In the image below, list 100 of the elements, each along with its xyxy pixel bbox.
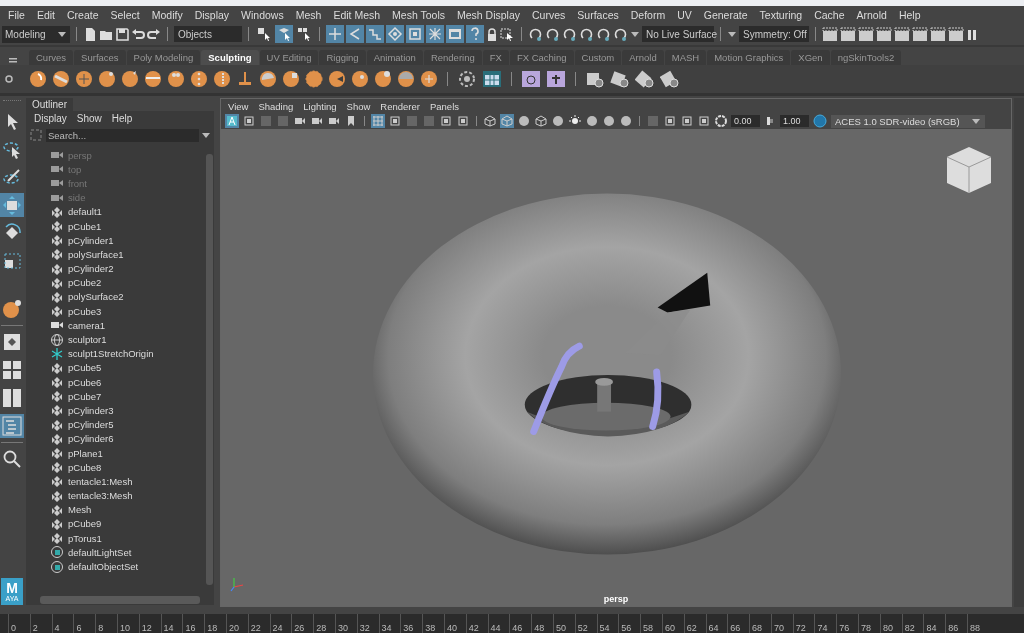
- menu-item[interactable]: Curves: [526, 8, 572, 21]
- shelf-tab[interactable]: FX: [482, 50, 509, 65]
- menu-item[interactable]: Surfaces: [571, 8, 625, 21]
- gear-icon[interactable]: [4, 74, 14, 84]
- panel-tab[interactable]: Outliner: [26, 98, 73, 111]
- four-pane-icon[interactable]: [0, 358, 24, 382]
- outliner-item[interactable]: tentacle3:Mesh: [50, 488, 205, 503]
- gamma-field[interactable]: 1.00: [780, 115, 809, 127]
- menu-set-dropdown[interactable]: Modeling: [2, 25, 70, 43]
- shelf-tab[interactable]: Arnold: [622, 50, 664, 65]
- outliner-item[interactable]: defaultObjectSet: [50, 559, 205, 574]
- shelf-tab[interactable]: UV Editing: [259, 50, 319, 65]
- selection-mode-field[interactable]: Objects: [174, 26, 242, 42]
- hierarchy-icon[interactable]: [255, 25, 273, 43]
- sculpt-brush-icon[interactable]: [52, 70, 70, 88]
- redo-icon[interactable]: [147, 26, 161, 42]
- sculpt-brush-icon[interactable]: [144, 70, 162, 88]
- sculpt-brush-icon[interactable]: [282, 70, 300, 88]
- menu-item[interactable]: Edit: [30, 8, 61, 21]
- menu-item[interactable]: Edit Mesh: [327, 8, 387, 21]
- aperture-icon[interactable]: [714, 114, 728, 128]
- menu-item[interactable]: Help: [892, 8, 927, 21]
- window-icon[interactable]: [521, 69, 541, 89]
- render-icon[interactable]: [948, 26, 964, 42]
- menu-item[interactable]: View: [223, 100, 254, 112]
- shelf-tab[interactable]: Poly Modeling: [126, 50, 201, 65]
- sphere-icon[interactable]: [551, 114, 565, 128]
- shelf-tab[interactable]: Surfaces: [74, 50, 126, 65]
- menu-item[interactable]: Display: [29, 113, 72, 124]
- caret-icon[interactable]: [727, 30, 737, 38]
- menu-item[interactable]: Mesh: [289, 8, 328, 21]
- outliner-item[interactable]: default1: [50, 204, 205, 219]
- outliner-item[interactable]: sculptor1: [50, 332, 205, 347]
- frame-icon[interactable]: [406, 25, 424, 43]
- outliner-item[interactable]: pCylinder1: [50, 233, 205, 248]
- sculpt-brush-icon[interactable]: [98, 70, 116, 88]
- a-icon[interactable]: [225, 114, 239, 128]
- outliner-item[interactable]: pCube2: [50, 275, 205, 290]
- menu-item[interactable]: Help: [106, 113, 138, 124]
- outliner-item[interactable]: pCube3: [50, 304, 205, 319]
- outliner-item[interactable]: pCylinder2: [50, 261, 205, 276]
- diamond-icon[interactable]: [386, 25, 404, 43]
- shelf-tab[interactable]: Custom: [574, 50, 622, 65]
- render-icon[interactable]: [876, 26, 892, 42]
- view-cube-icon[interactable]: [945, 145, 993, 195]
- two-pane-icon[interactable]: [0, 386, 24, 410]
- undo-icon[interactable]: [131, 26, 145, 42]
- render-icon[interactable]: [858, 26, 874, 42]
- sphere-icon[interactable]: [517, 114, 531, 128]
- color-management-icon[interactable]: [812, 113, 828, 129]
- curve-icon[interactable]: [346, 25, 364, 43]
- disc-icon[interactable]: [610, 69, 630, 89]
- menu-item[interactable]: UV: [671, 8, 698, 21]
- menu-item[interactable]: Select: [104, 8, 146, 21]
- menu-icon[interactable]: [8, 55, 18, 65]
- cube-icon[interactable]: [483, 114, 497, 128]
- symmetry-field[interactable]: Symmetry: Off: [739, 26, 809, 42]
- menu-item[interactable]: File: [2, 8, 31, 21]
- menu-item[interactable]: Show: [341, 100, 376, 112]
- sculpt-brush-icon[interactable]: [374, 70, 392, 88]
- sculpt-brush-icon[interactable]: [305, 70, 323, 88]
- frame-icon[interactable]: [680, 114, 694, 128]
- outliner-item[interactable]: pCylinder5: [50, 417, 205, 432]
- render-icon[interactable]: [840, 26, 856, 42]
- menu-item[interactable]: Renderer: [375, 100, 425, 112]
- shelf-tab[interactable]: Animation: [366, 50, 423, 65]
- outliner-item[interactable]: polySurface1: [50, 247, 205, 262]
- sculpt-brush-icon[interactable]: [236, 70, 254, 88]
- snap-icon[interactable]: [613, 26, 628, 42]
- cube-icon[interactable]: [534, 114, 548, 128]
- shelf-tab[interactable]: XGen: [791, 50, 830, 65]
- sculpt-brush-icon[interactable]: [29, 70, 47, 88]
- exposure-field[interactable]: 0.00: [731, 115, 760, 127]
- cursor-icon[interactable]: [500, 26, 515, 42]
- sculpt-brush-icon[interactable]: [213, 70, 231, 88]
- outliner-item[interactable]: pCube1: [50, 218, 205, 234]
- new-file-icon[interactable]: [83, 26, 97, 42]
- outliner-item[interactable]: pCube9: [50, 516, 205, 532]
- component-icon[interactable]: [295, 25, 313, 43]
- menu-item[interactable]: Generate: [697, 8, 754, 21]
- caret-icon[interactable]: [201, 131, 211, 139]
- menu-item[interactable]: Display: [188, 8, 236, 21]
- sphere-icon[interactable]: [602, 114, 616, 128]
- sculpt-brush-icon[interactable]: [420, 70, 438, 88]
- grid-window-icon[interactable]: [482, 69, 502, 89]
- sculpt-brush-icon[interactable]: [259, 70, 277, 88]
- frame-icon[interactable]: [663, 114, 677, 128]
- menu-item[interactable]: Mesh Tools: [386, 8, 451, 21]
- menu-item[interactable]: Panels: [424, 100, 464, 112]
- scrollbar[interactable]: [26, 595, 214, 605]
- menu-item[interactable]: Arnold: [850, 8, 893, 21]
- lock-icon[interactable]: [486, 26, 498, 42]
- sculpt-brush-icon[interactable]: [121, 70, 139, 88]
- outliner-item[interactable]: polySurface2: [50, 289, 205, 305]
- outliner-item[interactable]: pCylinder3: [50, 403, 205, 418]
- sculpt-brush-icon[interactable]: [75, 70, 93, 88]
- menu-item[interactable]: Show: [71, 113, 107, 124]
- outliner-item[interactable]: camera1: [50, 318, 205, 333]
- menu-item[interactable]: Modify: [145, 8, 189, 21]
- frame-icon[interactable]: [456, 114, 470, 128]
